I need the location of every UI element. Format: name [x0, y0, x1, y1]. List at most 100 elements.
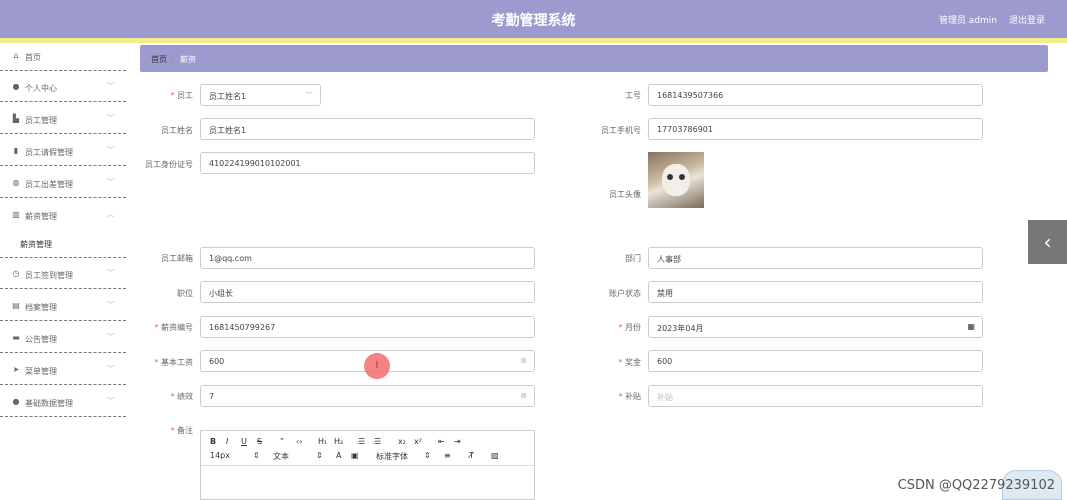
underline-icon[interactable]: U: [241, 437, 247, 446]
position-label: 职位: [123, 288, 193, 299]
allowance-label: * 补贴: [571, 391, 641, 402]
employee-label: * 员工: [123, 90, 193, 101]
editor-toolbar-divider: [201, 465, 534, 466]
sidebar-item-label: 档案管理: [25, 302, 57, 313]
chevron-up-icon: ︿: [107, 209, 114, 219]
chevron-down-icon: ﹀: [305, 90, 313, 101]
remark-label: * 备注: [123, 425, 193, 436]
bold-icon[interactable]: B: [210, 437, 216, 446]
avatar-label: 员工头像: [571, 189, 641, 200]
email-field[interactable]: 1@qq.com: [200, 247, 535, 269]
rich-text-editor[interactable]: B I U S ” ‹› H₁ H₂ ☰ ☰ x₂ x² ⇤ ⇥ 14px ⇕ …: [200, 430, 535, 500]
account-status-label: 账户状态: [571, 288, 641, 299]
cat-eye: [667, 174, 673, 180]
chevron-down-icon: ﹀: [107, 81, 114, 91]
sidebar-item-leave[interactable]: ▮ 员工请假管理 ﹀: [0, 138, 126, 166]
employee-name-label: 员工姓名: [123, 125, 193, 136]
clear-format-icon[interactable]: T̸: [469, 451, 474, 460]
user-icon: ●: [11, 82, 21, 92]
id-card-field[interactable]: 410224199010102001: [200, 152, 535, 174]
sidebar-subitem-salary[interactable]: 薪资管理: [20, 239, 52, 250]
strike-icon[interactable]: S: [257, 437, 262, 446]
breadcrumb-home[interactable]: 首页: [151, 54, 167, 65]
sidebar-item-trip[interactable]: ◍ 员工出差管理 ﹀: [0, 170, 126, 198]
allowance-field[interactable]: 补贴: [648, 385, 983, 407]
chevron-down-icon: ﹀: [107, 396, 114, 406]
globe-icon: ◍: [11, 178, 21, 188]
job-number-field[interactable]: 1681439507366: [648, 84, 983, 106]
header-accent-bar: [0, 38, 1067, 43]
background-color-icon[interactable]: ▣: [351, 451, 359, 460]
employee-select[interactable]: 员工姓名1 ﹀: [200, 84, 321, 106]
code-icon[interactable]: ‹›: [296, 437, 302, 446]
ordered-list-icon[interactable]: ☰: [358, 437, 365, 446]
sidebar-item-menu[interactable]: ➤ 菜单管理 ﹀: [0, 357, 126, 385]
sidebar-item-archive[interactable]: ▤ 档案管理 ﹀: [0, 293, 126, 321]
employee-name-field[interactable]: 员工姓名1: [200, 118, 535, 140]
sidebar-item-employees[interactable]: ▙ 员工管理 ﹀: [0, 106, 126, 134]
sidebar-item-home[interactable]: ⌂ 首页: [0, 43, 126, 71]
avatar: [648, 152, 704, 208]
superscript-icon[interactable]: x²: [414, 437, 422, 446]
outdent-icon[interactable]: ⇤: [438, 437, 445, 446]
font-color-icon[interactable]: A: [336, 451, 341, 460]
department-field[interactable]: 人事部: [648, 247, 983, 269]
base-salary-label: * 基本工资: [123, 357, 193, 368]
subscript-icon[interactable]: x₂: [398, 437, 406, 446]
logout-link[interactable]: 退出登录: [1009, 13, 1045, 26]
chevron-down-icon: ⇕: [424, 451, 431, 460]
sidebar-item-salary[interactable]: ▥ 薪资管理 ︿: [0, 202, 126, 230]
performance-label: * 绩效: [123, 391, 193, 402]
sidebar-item-label: 个人中心: [25, 83, 57, 94]
collapse-panel-button[interactable]: ‹: [1028, 220, 1067, 264]
h1-icon[interactable]: H₁: [318, 437, 327, 446]
chevron-down-icon: ⇕: [253, 451, 260, 460]
sidebar-item-basedata[interactable]: ● 基础数据管理 ﹀: [0, 389, 126, 417]
indent-icon[interactable]: ⇥: [454, 437, 461, 446]
align-icon[interactable]: ≡: [444, 451, 451, 460]
phone-field[interactable]: 17703786901: [648, 118, 983, 140]
chevron-left-icon: ‹: [1044, 230, 1052, 254]
clear-icon[interactable]: ⊗: [520, 391, 527, 400]
home-icon: ⌂: [11, 51, 21, 61]
calendar-icon[interactable]: ▦: [967, 322, 975, 331]
monitor-icon: ▬: [11, 333, 21, 343]
sidebar-divider: [0, 230, 126, 258]
account-status-field[interactable]: 禁用: [648, 281, 983, 303]
clear-icon[interactable]: ⊗: [520, 356, 527, 365]
sidebar-item-label: 员工管理: [25, 115, 57, 126]
breadcrumb-current: 薪资: [180, 54, 196, 65]
send-icon: ➤: [11, 365, 21, 375]
sidebar-item-label: 员工请假管理: [25, 147, 73, 158]
cursor-indicator: I: [364, 353, 390, 379]
h2-icon[interactable]: H₂: [334, 437, 343, 446]
sidebar-item-label: 菜单管理: [25, 366, 57, 377]
salary-no-field[interactable]: 1681450799267: [200, 316, 535, 338]
chevron-down-icon: ﹀: [107, 332, 114, 342]
font-size-select[interactable]: 14px: [210, 451, 230, 460]
performance-field[interactable]: 7 ⊗: [200, 385, 535, 407]
bonus-field[interactable]: 600: [648, 350, 983, 372]
month-picker[interactable]: 2023年04月 ▦: [648, 316, 983, 338]
bullet-list-icon[interactable]: ☰: [374, 437, 381, 446]
month-label: * 月份: [571, 322, 641, 333]
sidebar-item-signin[interactable]: ◷ 员工签到管理 ﹀: [0, 261, 126, 289]
bonus-label: * 奖金: [571, 357, 641, 368]
app-title: 考勤管理系统: [0, 10, 1067, 30]
image-icon[interactable]: ▨: [491, 451, 499, 460]
font-family-select[interactable]: 标准字体: [376, 451, 408, 462]
paragraph-select[interactable]: 文本: [273, 451, 289, 462]
sidebar-item-label: 薪资管理: [25, 211, 57, 222]
sidebar: ⌂ 首页 ● 个人中心 ﹀ ▙ 员工管理 ﹀ ▮ 员工请假管理 ﹀ ◍ 员工出差…: [0, 43, 126, 433]
position-field[interactable]: 小组长: [200, 281, 535, 303]
email-label: 员工邮箱: [123, 253, 193, 264]
bar-chart-icon: ▮: [11, 146, 21, 156]
cat-face: [662, 164, 690, 196]
salary-no-label: * 薪资编号: [123, 322, 193, 333]
top-header: 考勤管理系统 管理员 admin 退出登录: [0, 0, 1067, 38]
chart-icon: ▙: [11, 114, 21, 124]
sidebar-item-profile[interactable]: ● 个人中心 ﹀: [0, 74, 126, 102]
italic-icon[interactable]: I: [226, 437, 228, 446]
quote-icon[interactable]: ”: [280, 437, 284, 446]
sidebar-item-notice[interactable]: ▬ 公告管理 ﹀: [0, 325, 126, 353]
